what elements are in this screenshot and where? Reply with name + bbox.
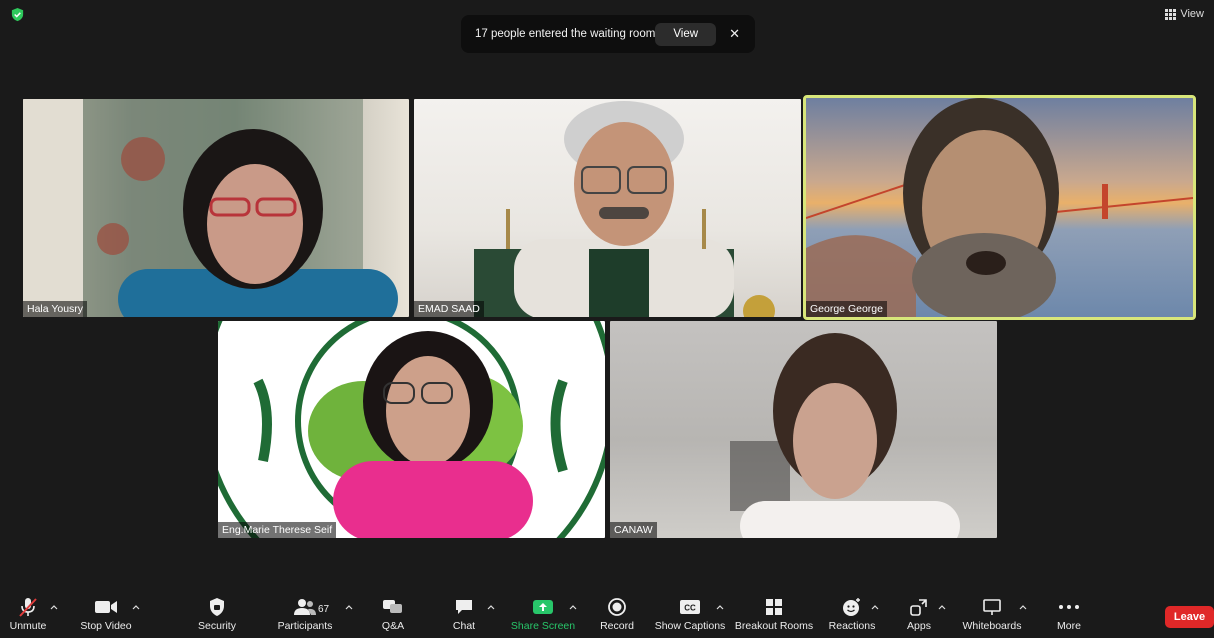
participants-icon [294,599,316,615]
participant-name: EMAD SAAD [414,301,484,317]
participant-video [730,333,960,538]
show-captions-button[interactable]: CC Show Captions [654,594,726,638]
participant-count: 67 [318,604,330,615]
record-button[interactable]: Record [598,594,636,638]
participant-name: George George [806,301,887,317]
breakout-rooms-button[interactable]: Breakout Rooms [734,594,814,638]
shield-icon [210,598,224,616]
participant-name: Hala Yousry [23,301,88,317]
captions-icon: CC [680,600,700,614]
reactions-options-chevron-icon[interactable] [871,603,879,611]
whiteboard-icon [983,599,1001,615]
participants-options-chevron-icon[interactable] [345,603,353,611]
share-screen-label: Share Screen [510,620,576,632]
apps-label: Apps [907,620,931,632]
microphone-muted-icon [19,598,37,617]
notification-message: 17 people entered the waiting room [475,28,656,40]
video-tile[interactable]: EMAD SAAD [414,99,801,317]
breakout-rooms-icon [766,599,782,615]
more-button[interactable]: More [1050,594,1088,638]
stop-video-label: Stop Video [80,620,132,632]
apps-icon [910,599,927,616]
participant-video [806,98,1193,317]
video-tile[interactable]: CANAW [610,321,997,538]
chat-label: Chat [452,620,476,632]
record-icon [608,598,626,616]
whiteboards-button[interactable]: Whiteboards [960,594,1024,638]
video-tile[interactable]: Eng.Marie Therese Seif [218,321,605,538]
more-dots-icon [1059,605,1079,609]
participants-label: Participants [277,620,333,632]
show-captions-label: Show Captions [654,620,726,632]
notification-close-icon[interactable]: ✕ [728,26,741,41]
qa-button[interactable]: Q&A [376,594,410,638]
security-label: Security [198,620,236,632]
apps-options-chevron-icon[interactable] [938,603,946,611]
participant-name: CANAW [610,522,657,538]
qa-bubbles-icon [383,600,402,613]
chat-bubble-icon [456,600,472,614]
share-screen-icon [533,600,553,614]
video-camera-icon [95,601,117,613]
participant-video [23,99,398,317]
notification-view-button[interactable]: View [655,22,717,46]
participant-name: Eng.Marie Therese Seif [218,522,337,538]
chat-options-chevron-icon[interactable] [487,603,495,611]
participant-video [474,101,775,317]
video-tile-active-speaker[interactable]: George George [803,95,1196,320]
more-label: More [1057,620,1081,632]
waiting-room-notification: 17 people entered the waiting room View … [461,15,755,53]
meeting-toolbar: Unmute Stop Video Security Participants … [0,594,1214,638]
reactions-label: Reactions [828,620,876,632]
reactions-button[interactable]: Reactions [826,594,878,638]
share-options-chevron-icon[interactable] [569,603,577,611]
apps-button[interactable]: Apps [902,594,936,638]
leave-button[interactable]: Leave [1165,606,1214,628]
security-button[interactable]: Security [196,594,238,638]
audio-options-chevron-icon[interactable] [50,603,58,611]
share-screen-button[interactable]: Share Screen [510,594,576,638]
participants-button[interactable]: Participants [276,594,334,638]
reactions-smiley-icon [843,598,860,616]
grid-icon [1165,8,1177,20]
participant-video [218,321,605,538]
video-tile[interactable]: Hala Yousry [23,99,409,317]
view-layout-label: View [1180,8,1204,20]
breakout-rooms-label: Breakout Rooms [734,620,814,632]
unmute-button[interactable]: Unmute [7,594,49,638]
captions-options-chevron-icon[interactable] [716,603,724,611]
encryption-shield-icon[interactable] [10,7,25,22]
whiteboards-label: Whiteboards [962,620,1022,632]
captions-icon-text: CC [684,604,696,613]
video-options-chevron-icon[interactable] [132,603,140,611]
view-layout-button[interactable]: View [1165,5,1204,23]
qa-label: Q&A [381,620,405,632]
chat-button[interactable]: Chat [448,594,480,638]
stop-video-button[interactable]: Stop Video [78,594,134,638]
record-label: Record [600,620,634,632]
unmute-label: Unmute [9,620,47,632]
whiteboards-options-chevron-icon[interactable] [1019,603,1027,611]
